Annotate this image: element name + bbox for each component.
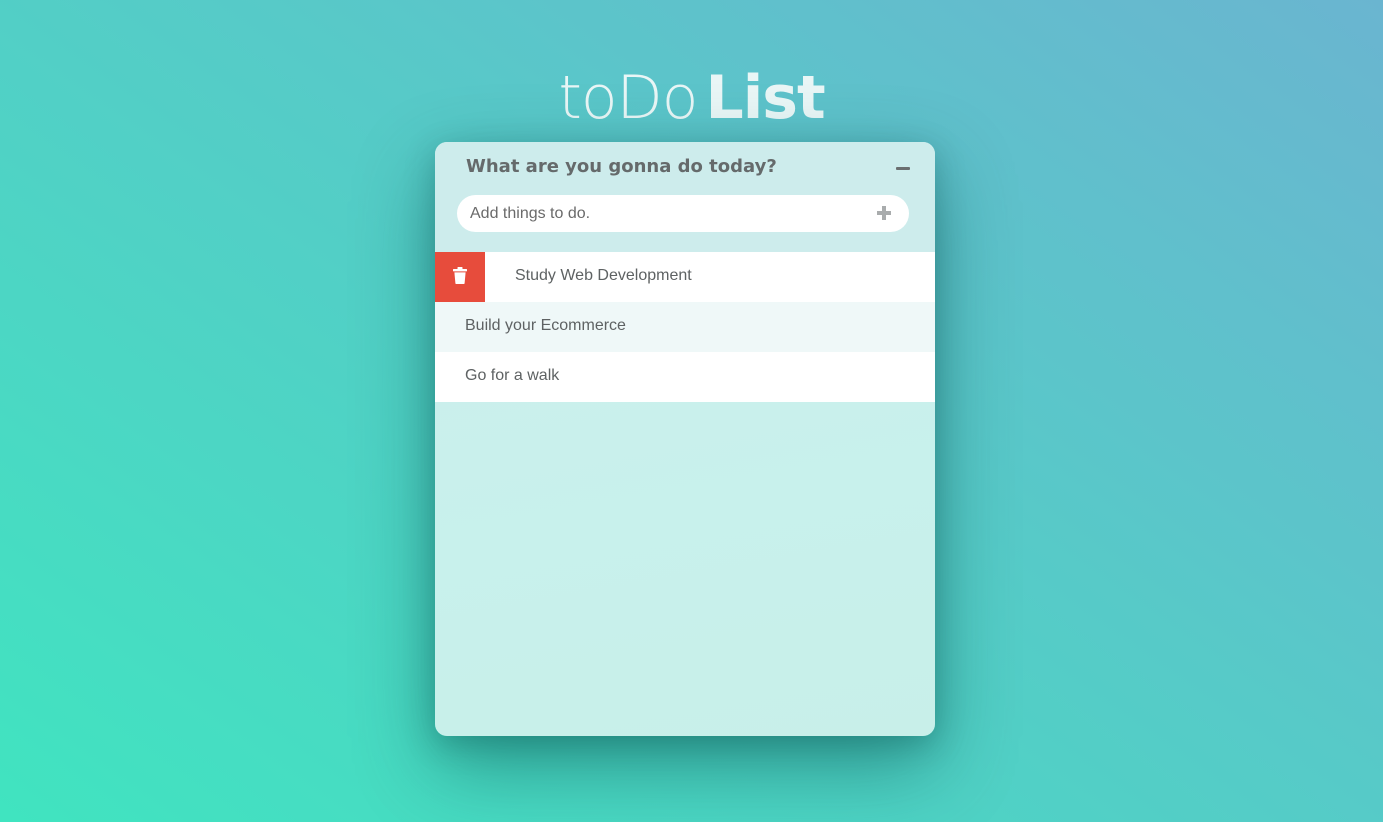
add-todo-box (457, 195, 909, 232)
todo-item[interactable]: Go for a walk (435, 352, 935, 402)
todo-item-text: Build your Ecommerce (465, 317, 626, 334)
trash-icon (453, 267, 467, 284)
card-header: What are you gonna do today? (435, 142, 935, 252)
title-light-word: toDo (558, 63, 698, 133)
todo-item[interactable]: Build your Ecommerce (435, 302, 935, 352)
add-todo-input[interactable] (470, 195, 860, 232)
minus-icon[interactable] (893, 158, 913, 178)
card-heading: What are you gonna do today? (466, 156, 777, 177)
delete-button[interactable] (435, 252, 485, 302)
plus-icon[interactable] (877, 206, 891, 220)
todo-item-text: Study Web Development (515, 267, 692, 284)
todo-item[interactable]: Study Web Development (435, 252, 935, 302)
todo-list: Study Web Development Build your Ecommer… (435, 252, 935, 402)
page-title: toDo List (0, 58, 1383, 138)
todo-item-text: Go for a walk (465, 367, 560, 384)
title-bold-word: List (705, 63, 825, 133)
todo-card: What are you gonna do today? Study Web D… (435, 142, 935, 736)
